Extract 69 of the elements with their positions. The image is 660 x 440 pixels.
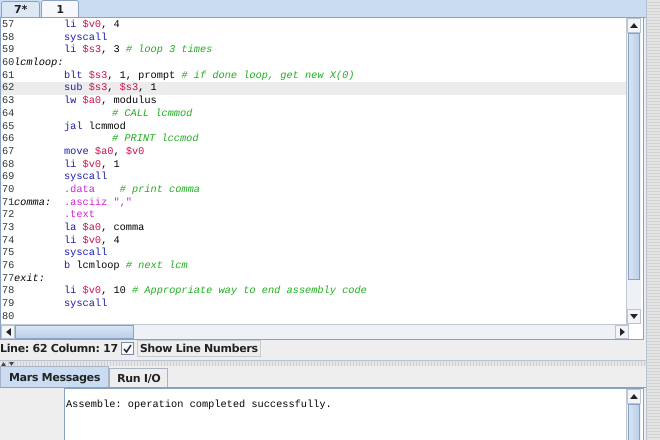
line-number: 76 <box>1 260 14 273</box>
code-line: li $v0, 10 # Appropriate way to end assembly code <box>63 285 367 298</box>
code-line: move $a0, $v0 <box>63 146 144 159</box>
vertical-scrollbar[interactable] <box>626 18 641 324</box>
code-line: li $v0, 4 <box>63 19 120 32</box>
line-number: 78 <box>1 285 14 298</box>
vertical-scrollbar[interactable] <box>626 389 641 440</box>
line-number: 63 <box>1 95 14 108</box>
line-number: 79 <box>1 298 14 311</box>
scroll-up-icon[interactable] <box>627 389 641 404</box>
code-line: syscall <box>63 298 108 311</box>
line-number: 64 <box>1 108 14 120</box>
scroll-left-icon[interactable] <box>1 325 15 339</box>
code-line: b lcmloop # next lcm <box>63 260 188 273</box>
code-line: jal lcmmod <box>63 120 126 134</box>
splitter-handle[interactable] <box>0 360 646 366</box>
horizontal-scrollbar[interactable] <box>1 324 629 339</box>
line-number: 69 <box>1 171 14 184</box>
scroll-thumb[interactable] <box>628 404 640 440</box>
code-line: la $a0, comma <box>63 222 144 235</box>
line-number: 80 <box>1 310 14 324</box>
line-number: 60 <box>1 57 14 70</box>
code-line: sub $s3, $s3, 1 <box>63 82 157 96</box>
message-tab[interactable]: Run I/O <box>109 368 168 387</box>
code-line: syscall <box>63 171 108 184</box>
line-number: 65 <box>1 120 14 134</box>
scroll-thumb[interactable] <box>628 33 640 280</box>
code-line: .data # print comma <box>63 184 200 197</box>
message-line: Assemble: operation completed successfully. <box>66 399 333 411</box>
line-number: 70 <box>1 184 14 197</box>
line-number: 58 <box>1 32 14 44</box>
code-line: li $v0, 4 <box>63 234 120 248</box>
code-line: comma: .asciiz "," <box>14 196 132 210</box>
code-line: lw $a0, modulus <box>63 95 157 108</box>
code-line: # CALL lcmmod <box>111 108 192 120</box>
line-number: 77 <box>1 272 14 286</box>
checkbox[interactable] <box>120 342 134 355</box>
checkbox-label[interactable]: Show Line Numbers <box>136 340 261 357</box>
scroll-down-icon[interactable] <box>627 309 641 324</box>
scroll-right-icon[interactable] <box>615 325 629 339</box>
code-line: syscall <box>63 32 108 44</box>
code-line: lcmloop: <box>14 57 64 70</box>
editor-tab[interactable]: 7* <box>1 1 40 17</box>
code-line: li $s3, 3 # loop 3 times <box>63 44 212 58</box>
code-line: syscall <box>63 247 108 260</box>
line-number: 72 <box>1 209 14 222</box>
code-line: blt $s3, 1, prompt # if done loop, get new X(0) <box>63 70 354 82</box>
line-number: 62 <box>1 82 14 96</box>
splitter-handle[interactable] <box>646 0 660 440</box>
line-number: 67 <box>1 146 14 159</box>
code-line: .text <box>63 209 95 222</box>
line-number: 61 <box>1 70 14 82</box>
line-number: 66 <box>1 133 14 146</box>
code-line: exit: <box>14 272 46 286</box>
collapse-arrows-icon[interactable] <box>1 361 15 366</box>
cursor-position: Line: 62 Column: 17 <box>0 342 118 355</box>
line-number: 57 <box>1 19 14 32</box>
scroll-thumb[interactable] <box>15 325 134 339</box>
code-line: li $v0, 1 <box>63 158 120 172</box>
code-line: # PRINT lccmod <box>111 133 199 146</box>
line-number: 75 <box>1 247 14 260</box>
editor-tab[interactable]: 1 <box>41 0 80 17</box>
line-number: 74 <box>1 234 14 248</box>
line-number: 73 <box>1 222 14 235</box>
line-number: 68 <box>1 158 14 172</box>
message-tab[interactable]: Mars Messages <box>0 366 110 387</box>
line-number: 59 <box>1 44 14 58</box>
line-number: 71 <box>1 196 14 210</box>
scroll-up-icon[interactable] <box>627 18 641 33</box>
